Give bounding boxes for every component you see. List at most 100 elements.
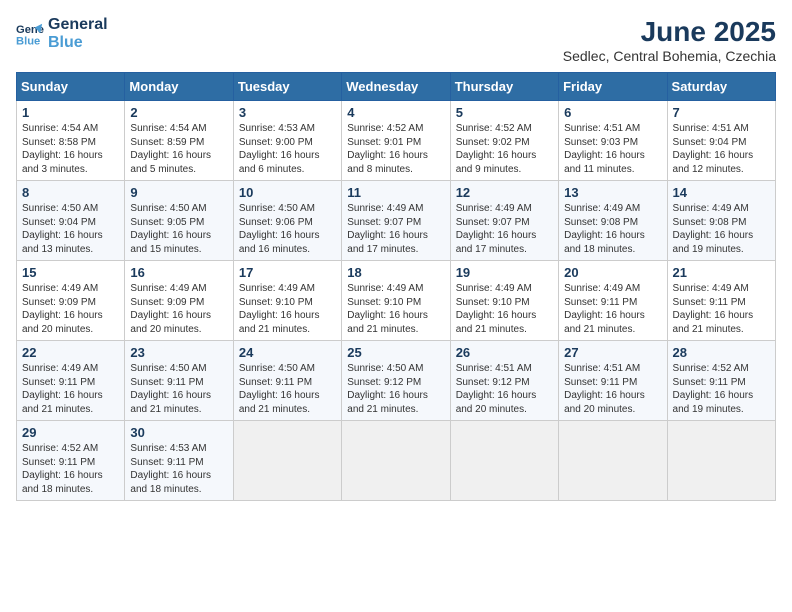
calendar-week-row: 1 Sunrise: 4:54 AM Sunset: 8:58 PM Daylig…: [17, 101, 776, 181]
weekday-header-monday: Monday: [125, 73, 233, 101]
header: General Blue General Blue June 2025 Sedl…: [16, 16, 776, 64]
day-number: 25: [347, 345, 444, 360]
day-number: 18: [347, 265, 444, 280]
table-row: 15 Sunrise: 4:49 AM Sunset: 9:09 PM Dayli…: [17, 261, 125, 341]
table-row: 7 Sunrise: 4:51 AM Sunset: 9:04 PM Daylig…: [667, 101, 775, 181]
day-info: Sunrise: 4:53 AM Sunset: 9:11 PM Dayligh…: [130, 442, 227, 496]
calendar-week-row: 22 Sunrise: 4:49 AM Sunset: 9:11 PM Dayli…: [17, 341, 776, 421]
day-info: Sunrise: 4:50 AM Sunset: 9:12 PM Dayligh…: [347, 362, 444, 416]
table-row: [667, 421, 775, 501]
day-number: 22: [22, 345, 119, 360]
day-info: Sunrise: 4:49 AM Sunset: 9:08 PM Dayligh…: [564, 202, 661, 256]
table-row: 5Sunrise: 4:52 AM Sunset: 9:02 PM Daylig…: [450, 101, 558, 181]
table-row: 20 Sunrise: 4:49 AM Sunset: 9:11 PM Dayli…: [559, 261, 667, 341]
table-row: 6 Sunrise: 4:51 AM Sunset: 9:03 PM Daylig…: [559, 101, 667, 181]
table-row: 10Sunrise: 4:50 AM Sunset: 9:06 PM Dayli…: [233, 181, 341, 261]
day-number: 30: [130, 425, 227, 440]
day-number: 28: [673, 345, 770, 360]
table-row: [450, 421, 558, 501]
day-number: 16: [130, 265, 227, 280]
title-area: June 2025 Sedlec, Central Bohemia, Czech…: [563, 16, 776, 64]
logo-blue: Blue: [48, 34, 108, 52]
table-row: 24Sunrise: 4:50 AM Sunset: 9:11 PM Dayli…: [233, 341, 341, 421]
table-row: 13Sunrise: 4:49 AM Sunset: 9:08 PM Dayli…: [559, 181, 667, 261]
day-number: 12: [456, 185, 553, 200]
table-row: 19Sunrise: 4:49 AM Sunset: 9:10 PM Dayli…: [450, 261, 558, 341]
table-row: 16 Sunrise: 4:49 AM Sunset: 9:09 PM Dayli…: [125, 261, 233, 341]
day-number: 19: [456, 265, 553, 280]
weekday-header-sunday: Sunday: [17, 73, 125, 101]
day-number: 29: [22, 425, 119, 440]
weekday-header-saturday: Saturday: [667, 73, 775, 101]
day-info: Sunrise: 4:50 AM Sunset: 9:04 PM Dayligh…: [22, 202, 119, 256]
day-info: Sunrise: 4:49 AM Sunset: 9:11 PM Dayligh…: [564, 282, 661, 336]
table-row: 30 Sunrise: 4:53 AM Sunset: 9:11 PM Dayli…: [125, 421, 233, 501]
table-row: 2 Sunrise: 4:54 AM Sunset: 8:59 PM Daylig…: [125, 101, 233, 181]
day-info: Sunrise: 4:49 AM Sunset: 9:10 PM Dayligh…: [347, 282, 444, 336]
day-number: 23: [130, 345, 227, 360]
calendar-week-row: 8 Sunrise: 4:50 AM Sunset: 9:04 PM Daylig…: [17, 181, 776, 261]
table-row: 23 Sunrise: 4:50 AM Sunset: 9:11 PM Dayli…: [125, 341, 233, 421]
day-info: Sunrise: 4:54 AM Sunset: 8:58 PM Dayligh…: [22, 122, 119, 176]
subtitle: Sedlec, Central Bohemia, Czechia: [563, 48, 776, 64]
day-number: 15: [22, 265, 119, 280]
day-number: 20: [564, 265, 661, 280]
day-info: Sunrise: 4:51 AM Sunset: 9:12 PM Dayligh…: [456, 362, 553, 416]
day-info: Sunrise: 4:49 AM Sunset: 9:09 PM Dayligh…: [130, 282, 227, 336]
day-info: Sunrise: 4:49 AM Sunset: 9:11 PM Dayligh…: [673, 282, 770, 336]
day-number: 1: [22, 105, 119, 120]
day-info: Sunrise: 4:54 AM Sunset: 8:59 PM Dayligh…: [130, 122, 227, 176]
day-number: 7: [673, 105, 770, 120]
weekday-header-thursday: Thursday: [450, 73, 558, 101]
day-number: 8: [22, 185, 119, 200]
table-row: 14Sunrise: 4:49 AM Sunset: 9:08 PM Dayli…: [667, 181, 775, 261]
day-info: Sunrise: 4:49 AM Sunset: 9:09 PM Dayligh…: [22, 282, 119, 336]
day-info: Sunrise: 4:53 AM Sunset: 9:00 PM Dayligh…: [239, 122, 336, 176]
day-info: Sunrise: 4:51 AM Sunset: 9:04 PM Dayligh…: [673, 122, 770, 176]
day-info: Sunrise: 4:50 AM Sunset: 9:11 PM Dayligh…: [130, 362, 227, 416]
svg-text:Blue: Blue: [16, 35, 40, 47]
logo-general: General: [48, 16, 108, 34]
table-row: 4 Sunrise: 4:52 AM Sunset: 9:01 PM Daylig…: [342, 101, 450, 181]
table-row: 25 Sunrise: 4:50 AM Sunset: 9:12 PM Dayli…: [342, 341, 450, 421]
day-info: Sunrise: 4:49 AM Sunset: 9:07 PM Dayligh…: [456, 202, 553, 256]
table-row: 27 Sunrise: 4:51 AM Sunset: 9:11 PM Dayli…: [559, 341, 667, 421]
calendar-week-row: 15 Sunrise: 4:49 AM Sunset: 9:09 PM Dayli…: [17, 261, 776, 341]
table-row: 21Sunrise: 4:49 AM Sunset: 9:11 PM Dayli…: [667, 261, 775, 341]
table-row: 12 Sunrise: 4:49 AM Sunset: 9:07 PM Dayli…: [450, 181, 558, 261]
day-info: Sunrise: 4:51 AM Sunset: 9:03 PM Dayligh…: [564, 122, 661, 176]
weekday-header-wednesday: Wednesday: [342, 73, 450, 101]
day-info: Sunrise: 4:50 AM Sunset: 9:06 PM Dayligh…: [239, 202, 336, 256]
calendar: SundayMondayTuesdayWednesdayThursdayFrid…: [16, 72, 776, 501]
table-row: 3Sunrise: 4:53 AM Sunset: 9:00 PM Daylig…: [233, 101, 341, 181]
table-row: 1 Sunrise: 4:54 AM Sunset: 8:58 PM Daylig…: [17, 101, 125, 181]
day-number: 17: [239, 265, 336, 280]
day-number: 6: [564, 105, 661, 120]
table-row: 26 Sunrise: 4:51 AM Sunset: 9:12 PM Dayli…: [450, 341, 558, 421]
weekday-header-tuesday: Tuesday: [233, 73, 341, 101]
day-number: 2: [130, 105, 227, 120]
table-row: 9Sunrise: 4:50 AM Sunset: 9:05 PM Daylig…: [125, 181, 233, 261]
table-row: 17Sunrise: 4:49 AM Sunset: 9:10 PM Dayli…: [233, 261, 341, 341]
table-row: 28Sunrise: 4:52 AM Sunset: 9:11 PM Dayli…: [667, 341, 775, 421]
day-info: Sunrise: 4:51 AM Sunset: 9:11 PM Dayligh…: [564, 362, 661, 416]
day-number: 27: [564, 345, 661, 360]
day-info: Sunrise: 4:49 AM Sunset: 9:11 PM Dayligh…: [22, 362, 119, 416]
table-row: 22 Sunrise: 4:49 AM Sunset: 9:11 PM Dayli…: [17, 341, 125, 421]
table-row: 29 Sunrise: 4:52 AM Sunset: 9:11 PM Dayli…: [17, 421, 125, 501]
day-number: 26: [456, 345, 553, 360]
day-info: Sunrise: 4:50 AM Sunset: 9:05 PM Dayligh…: [130, 202, 227, 256]
day-number: 4: [347, 105, 444, 120]
table-row: [342, 421, 450, 501]
logo: General Blue General Blue: [16, 16, 108, 51]
day-number: 14: [673, 185, 770, 200]
day-info: Sunrise: 4:52 AM Sunset: 9:01 PM Dayligh…: [347, 122, 444, 176]
day-info: Sunrise: 4:49 AM Sunset: 9:07 PM Dayligh…: [347, 202, 444, 256]
table-row: 11Sunrise: 4:49 AM Sunset: 9:07 PM Dayli…: [342, 181, 450, 261]
logo-icon: General Blue: [16, 20, 44, 48]
table-row: 18 Sunrise: 4:49 AM Sunset: 9:10 PM Dayli…: [342, 261, 450, 341]
day-info: Sunrise: 4:52 AM Sunset: 9:11 PM Dayligh…: [22, 442, 119, 496]
table-row: 8 Sunrise: 4:50 AM Sunset: 9:04 PM Daylig…: [17, 181, 125, 261]
table-row: [233, 421, 341, 501]
day-info: Sunrise: 4:52 AM Sunset: 9:02 PM Dayligh…: [456, 122, 553, 176]
